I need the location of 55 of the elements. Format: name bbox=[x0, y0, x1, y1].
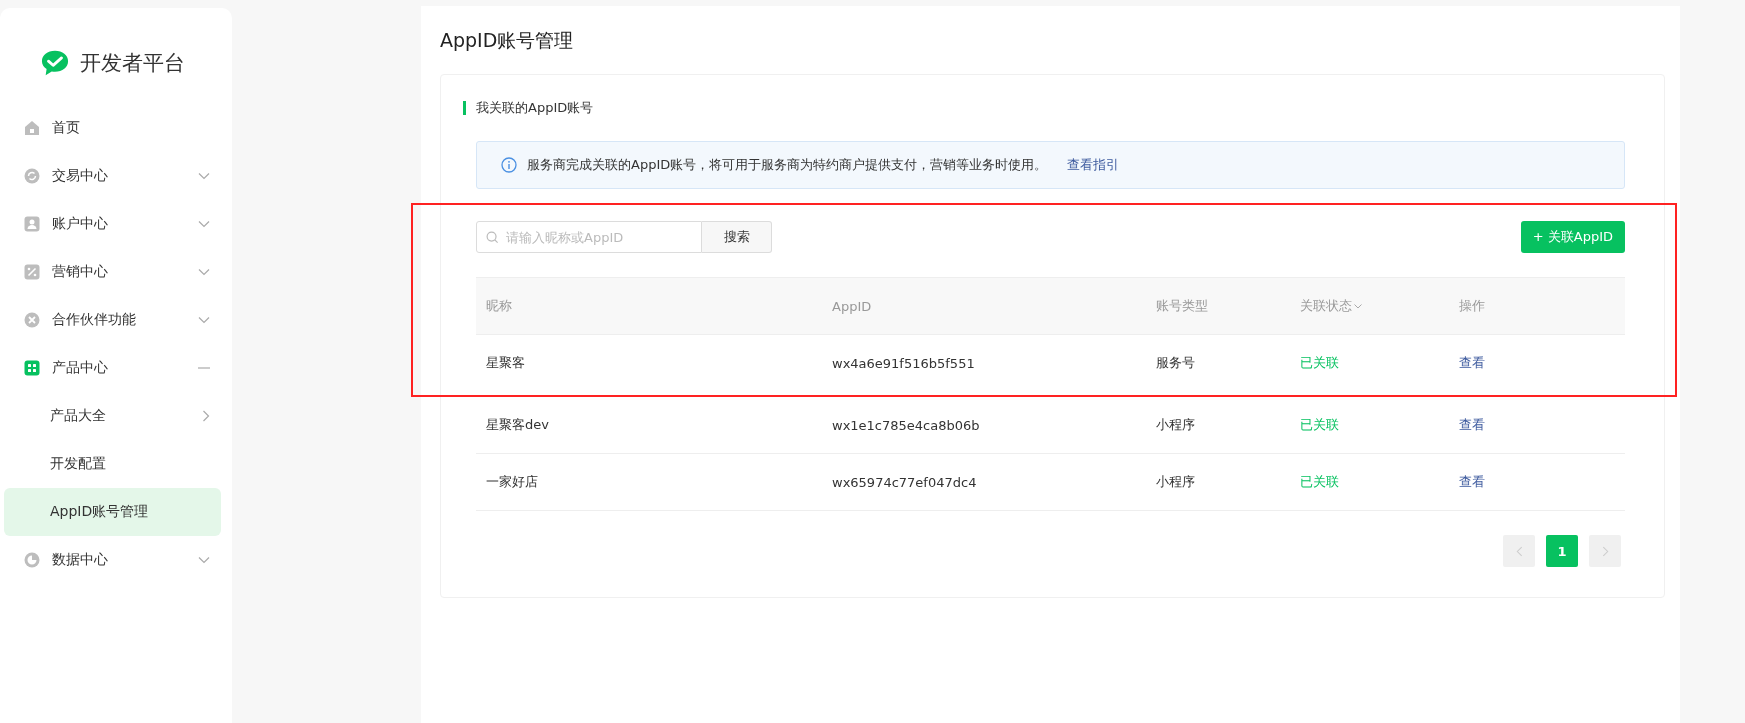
table-cell: 服务号 bbox=[1156, 355, 1195, 370]
exchange-icon bbox=[24, 168, 40, 184]
chevron-down-icon bbox=[198, 172, 210, 180]
table-cell: 一家好店 bbox=[486, 474, 538, 489]
nav-item[interactable]: 产品中心 bbox=[4, 344, 221, 392]
logo-text: 开发者平台 bbox=[80, 50, 185, 77]
chat-check-logo-icon bbox=[40, 49, 70, 77]
column-header: 账号类型 bbox=[1156, 297, 1208, 315]
table-cell: 星聚客 bbox=[486, 355, 525, 370]
search-button[interactable]: 搜索 bbox=[702, 221, 772, 253]
status-text: 已关联 bbox=[1300, 417, 1339, 432]
nav-item[interactable]: 首页 bbox=[4, 104, 221, 152]
chevron-down-icon bbox=[198, 220, 210, 228]
nav-item[interactable]: 交易中心 bbox=[4, 152, 221, 200]
sort-caret-icon bbox=[1354, 303, 1362, 309]
table-cell: 星聚客dev bbox=[486, 417, 549, 432]
guide-link[interactable]: 查看指引 bbox=[1067, 156, 1120, 174]
table-cell: wx65974c77ef047dc4 bbox=[832, 474, 977, 490]
chevron-right-icon bbox=[202, 410, 210, 422]
search-field[interactable]: 请输入昵称或AppID bbox=[476, 221, 702, 253]
column-header: 昵称 bbox=[486, 297, 512, 315]
info-icon bbox=[501, 157, 517, 173]
percent-icon bbox=[24, 264, 40, 280]
view-link[interactable]: 查看 bbox=[1459, 417, 1485, 432]
table-cell: wx1e1c785e4ca8b06b bbox=[832, 417, 980, 433]
nav-item[interactable]: 数据中心 bbox=[4, 536, 221, 584]
nav-item[interactable]: 账户中心 bbox=[4, 200, 221, 248]
home-icon bbox=[24, 120, 40, 136]
chevron-down-icon bbox=[198, 556, 210, 564]
page-title: AppID账号管理 bbox=[440, 28, 575, 53]
grid-icon bbox=[24, 360, 40, 376]
chevron-down-icon bbox=[198, 268, 210, 276]
user-icon bbox=[24, 216, 40, 232]
nav-item[interactable]: 合作伙伴功能 bbox=[4, 296, 221, 344]
search-icon bbox=[486, 231, 499, 244]
table-cell: 小程序 bbox=[1156, 474, 1195, 489]
chevron-down-icon bbox=[198, 316, 210, 324]
status-text: 已关联 bbox=[1300, 474, 1339, 489]
nav-item[interactable]: 营销中心 bbox=[4, 248, 221, 296]
chevron-left-icon bbox=[1515, 545, 1523, 557]
view-link[interactable]: 查看 bbox=[1459, 355, 1485, 370]
pie-chart-icon bbox=[24, 552, 40, 568]
column-header: 操作 bbox=[1459, 297, 1485, 315]
column-header: AppID bbox=[832, 298, 872, 314]
nav-subitem[interactable]: AppID账号管理 bbox=[4, 488, 221, 536]
collapse-dash-icon bbox=[198, 367, 210, 369]
notice-text: 服务商完成关联的AppID账号，将可用于服务商为特约商户提供支付，营销等业务时使用。 bbox=[527, 156, 1048, 174]
section-title: 我关联的AppID账号 bbox=[463, 101, 1625, 115]
chevron-right-icon bbox=[1601, 545, 1609, 557]
status-text: 已关联 bbox=[1300, 355, 1339, 370]
nav-subitem[interactable]: 开发配置 bbox=[4, 440, 221, 488]
table-cell: 小程序 bbox=[1156, 417, 1195, 432]
table-cell: wx4a6e91f516b5f551 bbox=[832, 355, 975, 371]
view-link[interactable]: 查看 bbox=[1459, 474, 1485, 489]
nav-subitem[interactable]: 产品大全 bbox=[4, 392, 221, 440]
